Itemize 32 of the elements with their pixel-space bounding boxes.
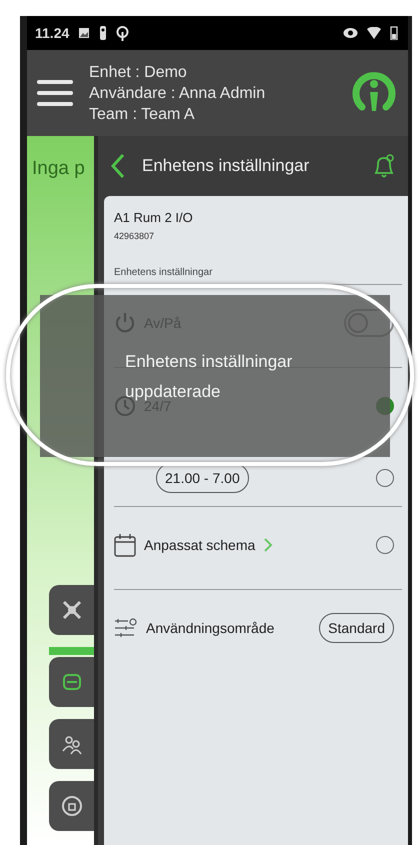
device-id: 42963807	[114, 231, 156, 241]
radio-button[interactable]	[376, 536, 394, 554]
device-icon	[60, 671, 82, 693]
back-icon[interactable]	[110, 153, 126, 179]
usage-button[interactable]: Standard	[319, 613, 394, 643]
panel-title: Enhetens inställningar	[142, 156, 310, 176]
calendar-icon	[114, 533, 136, 557]
sliders-icon	[114, 618, 138, 638]
header-text: Team : Team A	[89, 104, 196, 124]
header-text: Enhet : Demo	[89, 62, 188, 82]
nav-button[interactable]	[49, 657, 94, 707]
location-icon	[116, 26, 130, 40]
eye-icon	[343, 27, 358, 39]
status-time: 11.24	[35, 25, 70, 41]
nav-button[interactable]	[49, 585, 94, 635]
image-icon	[78, 27, 90, 39]
menu-icon[interactable]	[37, 78, 73, 108]
section-label: Enhetens inställningar	[114, 267, 214, 278]
key-icon	[99, 26, 108, 40]
wifi-icon	[367, 27, 381, 39]
usage-label: Användningsområde	[146, 620, 274, 636]
schedule-label: Anpassat schema	[144, 537, 256, 553]
battery-icon	[390, 26, 398, 40]
page-title: Inga p	[32, 158, 86, 180]
device-name: A1 Rum 2 I/O	[114, 210, 194, 225]
header-text: Användare : Anna Admin	[89, 84, 266, 104]
nav-button[interactable]	[49, 719, 94, 769]
bell-icon[interactable]	[372, 153, 396, 179]
radio-button[interactable]	[376, 469, 394, 487]
people-icon	[60, 733, 82, 755]
time-range-button[interactable]: 21.00 - 7.00	[156, 463, 249, 493]
nav-button[interactable]	[49, 781, 94, 831]
